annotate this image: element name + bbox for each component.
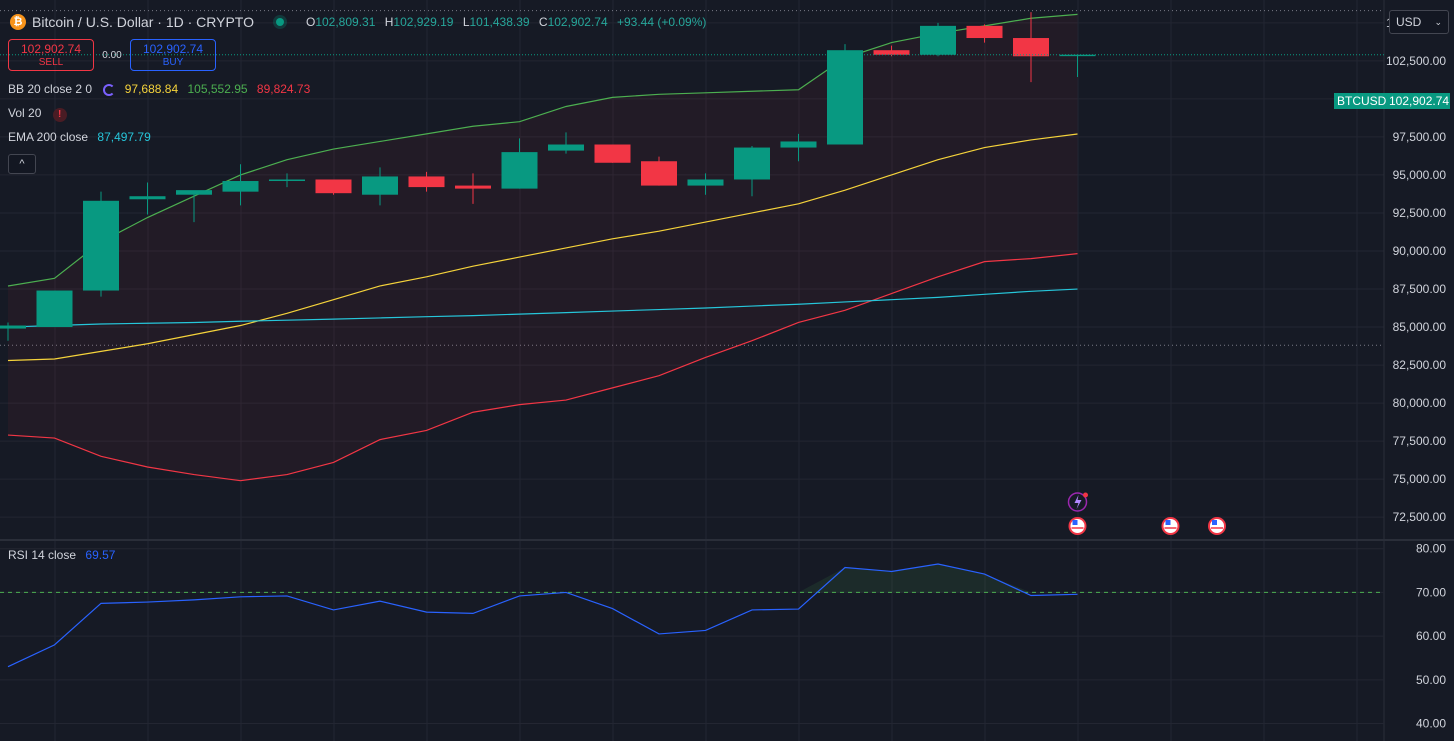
- buy-button[interactable]: 102,902.74 BUY: [130, 39, 216, 71]
- bb-name: BB 20 close 2 0: [8, 82, 93, 96]
- candle-body: [83, 200, 119, 291]
- change-value: +93.44 (+0.09%): [616, 15, 707, 29]
- rsi-tick-label: 80.00: [1416, 542, 1446, 556]
- sell-label: SELL: [38, 57, 64, 68]
- candle-body: [780, 141, 817, 148]
- candle-body: [362, 176, 398, 195]
- chevron-up-icon: ^: [19, 158, 25, 170]
- vol-name: Vol 20: [8, 106, 42, 120]
- chart-canvas[interactable]: 72,500.00 75,000.00 77,500.00 80,000.00 82,5…: [0, 0, 1454, 741]
- price-tick-label: 90,000.00: [1393, 244, 1447, 258]
- candle-body: [222, 181, 259, 192]
- price-tick-label: 77,500.00: [1393, 434, 1447, 448]
- price-tick-label: 80,000.00: [1393, 396, 1447, 410]
- rsi-tick-label: 60.00: [1416, 629, 1446, 643]
- ema-name: EMA 200 close: [8, 130, 89, 144]
- price-tick-label: 87,500.00: [1393, 282, 1447, 296]
- sell-button[interactable]: 102,902.74 SELL: [8, 39, 94, 71]
- ema-legend[interactable]: EMA 200 close 87,497.79: [8, 130, 151, 144]
- candle-body: [269, 179, 305, 182]
- sell-price: 102,902.74: [20, 42, 82, 56]
- high-value: 102,929.19: [393, 15, 454, 29]
- us-flag-icon: [1212, 520, 1217, 525]
- candle-body: [687, 179, 724, 186]
- rsi-tick-label: 70.00: [1416, 585, 1446, 599]
- candle-body: [408, 176, 445, 188]
- candle-body: [501, 152, 538, 189]
- candle-body: [0, 325, 26, 329]
- price-tick-label: 95,000.00: [1393, 168, 1447, 182]
- market-open-icon: [275, 18, 284, 26]
- trade-panel: 102,902.74 SELL 0.00 102,902.74 BUY: [8, 39, 216, 71]
- ohlc-values: O102,809.31 H102,929.19 L101,438.39 C102…: [306, 15, 712, 29]
- bb-legend[interactable]: BB 20 close 2 0 97,688.84 105,552.95 89,…: [8, 82, 310, 96]
- buy-price: 102,902.74: [142, 42, 204, 56]
- vol-legend[interactable]: Vol 20 !: [8, 106, 67, 122]
- candle-body: [548, 144, 584, 151]
- rsi-value: 69.57: [85, 548, 116, 562]
- price-tick-label: 102,500.00: [1386, 54, 1446, 68]
- open-value: 102,809.31: [315, 15, 376, 29]
- spread-value: 0.00: [102, 49, 122, 61]
- close-label: C: [538, 15, 548, 29]
- bb-basis-value: 97,688.84: [124, 82, 179, 96]
- rsi-overbought-fill: [798, 564, 1078, 593]
- price-tick-label: 97,500.00: [1393, 130, 1447, 144]
- us-flag-icon: [1165, 520, 1171, 525]
- candle-body: [176, 190, 212, 195]
- buy-label: BUY: [162, 57, 184, 68]
- candle-body: [920, 25, 956, 55]
- ema-value: 87,497.79: [97, 130, 151, 144]
- sync-icon[interactable]: [103, 84, 116, 96]
- price-tick-label: 85,000.00: [1393, 320, 1447, 334]
- currency-select[interactable]: USD ⌄: [1389, 10, 1449, 34]
- price-tick-label: 82,500.00: [1393, 358, 1447, 372]
- candle-body: [315, 179, 352, 194]
- open-label: O: [305, 15, 316, 29]
- candle-body: [966, 25, 1003, 39]
- bitcoin-icon: ₿: [10, 14, 26, 30]
- symbol-price-tag: BTCUSD: [1334, 93, 1390, 109]
- rsi-name: RSI 14 close: [8, 548, 77, 562]
- chevron-down-icon: ⌄: [1434, 16, 1442, 27]
- candle-body: [594, 144, 631, 163]
- bb-upper-value: 105,552.95: [187, 82, 248, 96]
- low-label: L: [462, 15, 470, 29]
- candle-body: [641, 161, 677, 186]
- symbol-header: ₿ Bitcoin / U.S. Dollar · 1D · CRYPTO O1…: [0, 8, 712, 36]
- us-flag-icon: [1072, 520, 1078, 525]
- rsi-legend[interactable]: RSI 14 close 69.57: [8, 548, 115, 562]
- last-price-tag: 102,902.74: [1386, 93, 1450, 109]
- warning-icon[interactable]: !: [52, 108, 67, 122]
- candle-body: [827, 50, 863, 145]
- notification-dot-icon: [1083, 492, 1088, 498]
- price-tick-label: 75,000.00: [1393, 472, 1447, 486]
- candle-body: [455, 185, 491, 189]
- price-tick-label: 92,500.00: [1393, 206, 1447, 220]
- candle-body: [129, 196, 166, 200]
- symbol-title[interactable]: Bitcoin / U.S. Dollar · 1D · CRYPTO: [32, 14, 254, 30]
- currency-label: USD: [1396, 15, 1422, 29]
- rsi-tick-label: 50.00: [1416, 673, 1446, 687]
- candle-body: [36, 290, 73, 328]
- candle-body: [1013, 38, 1049, 57]
- price-tick-label: 72,500.00: [1393, 510, 1447, 524]
- candle-body: [734, 147, 770, 180]
- collapse-legend-button[interactable]: ^: [8, 154, 36, 174]
- close-value: 102,902.74: [547, 15, 608, 29]
- rsi-tick-label: 40.00: [1416, 717, 1446, 731]
- bb-lower-value: 89,824.73: [256, 82, 311, 96]
- low-value: 101,438.39: [469, 15, 530, 29]
- candle-body: [873, 50, 910, 55]
